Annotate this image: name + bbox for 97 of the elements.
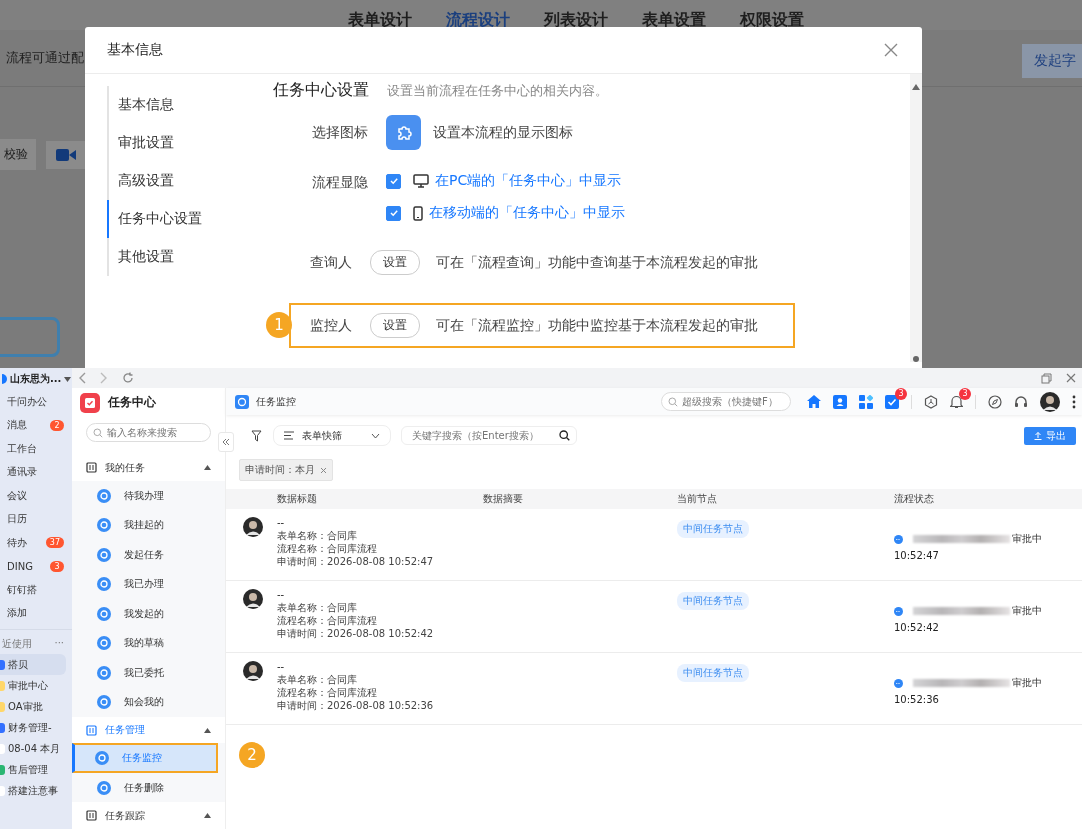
global-search-field[interactable]: 超级搜索（快捷键F） [661,392,791,411]
app-nav-item[interactable]: 会议 [7,488,27,503]
status-time: 10:52:42 [894,622,940,633]
more-icon[interactable]: ··· [54,637,64,651]
menu-group-header[interactable]: 我的任务 [72,454,225,481]
icon-hint: 设置本流程的显示图标 [433,123,573,142]
column-header: 当前节点 [677,492,718,506]
field-label: 选择图标 [311,123,368,142]
dialog-title: 基本信息 [107,41,163,59]
form-name: 表单名称：合同库 [277,674,358,686]
selected-recent-item[interactable]: 搭贝 [0,654,66,675]
apply-time: 申请时间：2026-08-08 10:52:42 [277,628,435,640]
designer-tab[interactable]: 表单设置 [642,10,706,30]
menu-item[interactable]: 我挂起的 [72,510,225,540]
recent-app-item[interactable]: 搭贝 [8,657,28,672]
form-name: 表单名称：合同库 [277,530,358,542]
status-text: 审批中 [1012,604,1042,618]
menu-item[interactable]: 发起任务 [72,539,225,570]
quick-filter-dropdown[interactable]: 表单快筛 [273,425,391,446]
page-title: 任务监控 [256,394,296,409]
start-button[interactable]: 发起字 [1022,44,1082,78]
recent-app-item[interactable]: OA审批 [8,699,43,714]
setting-button[interactable]: 设置 [370,250,420,275]
menu-group-header[interactable]: 任务跟踪 [72,802,225,829]
form-name: 表单名称：合同库 [277,602,358,614]
node-tag: 中间任务节点 [677,592,749,610]
designer-tab[interactable]: 列表设计 [544,10,608,30]
menu-item[interactable]: 我已办理 [72,569,225,599]
menu-item[interactable]: 我已委托 [72,657,225,688]
menu-item[interactable]: 待我办理 [72,480,225,511]
designer-tab[interactable]: 权限设置 [740,10,804,30]
organization-name[interactable]: 山东思为... [10,372,62,386]
app-nav-item[interactable]: 消息 [7,418,27,433]
app-nav-item[interactable]: DING [7,560,33,572]
count-badge: 3 [50,560,64,572]
option-label[interactable]: 在移动端的「任务中心」中显示 [429,204,625,222]
settings-nav-item[interactable]: 高级设置 [107,162,254,200]
count-badge: 37 [45,537,64,549]
app-nav-item[interactable]: 添加 [7,606,27,621]
status-text: 审批中 [1012,532,1042,546]
flow-name: 流程名称：合同库流程 [277,543,378,555]
status-text: 审批中 [1012,676,1042,690]
export-button[interactable]: 导出 [1024,426,1076,445]
apply-time: 申请时间：2026-08-08 10:52:36 [277,700,435,712]
designer-tab[interactable]: 表单设计 [348,10,412,30]
module-title: 任务中心 [108,394,156,412]
menu-item[interactable]: 我发起的 [72,598,225,629]
node-tag: 中间任务节点 [677,520,749,538]
menu-item[interactable]: 知会我的 [72,687,225,717]
flow-name: 流程名称：合同库流程 [277,687,378,699]
menu-item[interactable]: 我的草稿 [72,628,225,658]
status-time: 10:52:47 [894,550,940,561]
column-header: 流程状态 [894,492,934,506]
apply-time: 申请时间：2026-08-08 10:52:47 [277,556,435,568]
app-nav-item[interactable]: 日历 [7,512,27,527]
step-marker: 2 [239,742,265,769]
app-nav-item[interactable]: 待办 [7,535,27,550]
recent-app-item[interactable]: 财务管理- [8,720,52,735]
option-label[interactable]: 在PC端的「任务中心」中显示 [435,172,622,190]
settings-nav-item[interactable]: 其他设置 [107,238,254,276]
node-tag: 中间任务节点 [677,664,749,682]
record-title: -- [277,517,286,529]
field-label: 查询人 [309,253,352,272]
setting-button[interactable]: 设置 [370,313,420,338]
settings-nav-item[interactable]: 基本信息 [107,86,254,124]
settings-nav-item[interactable]: 审批设置 [107,124,254,162]
keyword-search-field[interactable]: 关键字搜索（按Enter搜索） [401,426,577,445]
column-header: 数据标题 [277,492,318,506]
recent-app-item[interactable]: 08-04 本月 [8,741,61,756]
recent-heading: 近使用 [2,637,32,651]
app-nav-item[interactable]: 工作台 [7,441,37,456]
record-title: -- [277,589,286,601]
status-time: 10:52:36 [894,694,940,705]
recent-app-item[interactable]: 搭建注意事 [8,783,58,798]
recent-app-item[interactable]: 审批中心 [8,678,48,693]
setting-description: 可在「流程监控」功能中监控基于本流程发起的审批 [436,316,758,335]
search-field[interactable]: 输入名称来搜索 [86,423,211,443]
field-label: 监控人 [309,316,352,335]
section-description: 设置当前流程在任务中心的相关内容。 [387,82,608,100]
menu-group-header[interactable]: 任务管理 [72,716,225,744]
menu-item[interactable]: 任务删除 [72,772,225,803]
app-nav-item[interactable]: 千问办公 [7,394,47,409]
field-label: 流程显隐 [311,173,368,192]
app-nav-item[interactable]: 通讯录 [7,465,37,480]
step-marker: 1 [266,312,292,338]
column-header: 数据摘要 [483,492,524,506]
filter-tag[interactable]: 申请时间：本月 [239,459,333,481]
flow-name: 流程名称：合同库流程 [277,615,378,627]
app-nav-item[interactable]: 钉钉搭 [7,582,37,597]
notice-text: 流程可通过配 [6,49,84,67]
count-badge: 2 [50,419,64,431]
setting-description: 可在「流程查询」功能中查询基于本流程发起的审批 [436,253,758,272]
record-title: -- [277,661,286,673]
section-title: 任务中心设置 [273,80,369,101]
settings-nav-item[interactable]: 任务中心设置 [107,200,254,238]
recent-app-item[interactable]: 售后管理 [8,762,48,777]
check-button[interactable]: 校验 [0,139,36,170]
